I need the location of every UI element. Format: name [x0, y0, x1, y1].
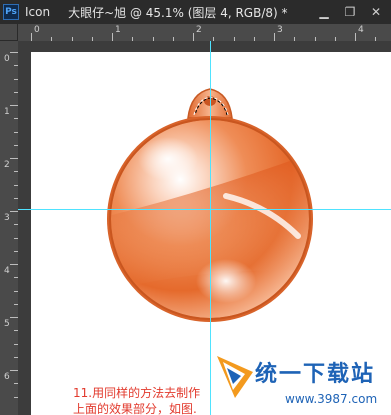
ruler-tick-label: 1: [4, 107, 10, 117]
horizontal-ruler[interactable]: 0 1 2 3 4: [18, 24, 391, 42]
ruler-tick-label: 5: [4, 319, 10, 329]
ruler-tick-label: 2: [196, 25, 202, 35]
ruler-tick-label: 2: [4, 160, 10, 170]
document-title[interactable]: 大眼仔~旭 @ 45.1% (图层 4, RGB/8) *: [68, 4, 287, 21]
horizontal-guide[interactable]: [18, 209, 391, 210]
vertical-ruler-ticks: [10, 52, 18, 398]
ruler-tick-label: 3: [4, 213, 10, 223]
watermark-logo-icon: [217, 356, 253, 398]
ruler-tick-label: 4: [358, 25, 364, 35]
watermark-text: 统一下载站: [255, 362, 376, 387]
ruler-tick-label: 0: [34, 25, 40, 35]
watermark-url: www.3987.com: [285, 392, 378, 406]
ruler-tick-label: 0: [4, 54, 10, 64]
horizontal-ruler-ticks: [31, 33, 376, 41]
ruler-tick-label: 1: [115, 25, 121, 35]
ruler-tick-label: 4: [4, 266, 10, 276]
close-button[interactable]: ✕: [363, 0, 389, 24]
document-tab-bar: Ps Icon 大眼仔~旭 @ 45.1% (图层 4, RGB/8) * ▁ …: [0, 0, 391, 25]
restore-button[interactable]: ❐: [337, 0, 363, 24]
minimize-button[interactable]: ▁: [311, 0, 337, 24]
photoshop-logo-icon: Ps: [3, 4, 19, 20]
app-name: Icon: [25, 5, 51, 19]
ruler-tick-label: 3: [277, 25, 283, 35]
vertical-guide[interactable]: [210, 41, 211, 415]
ruler-tick-label: 6: [4, 372, 10, 382]
site-watermark: 统一下载站 www.3987.com: [215, 352, 391, 415]
ornament-ball: [107, 116, 313, 322]
vertical-ruler[interactable]: 0 1 2 3 4 5 6: [0, 41, 19, 415]
window-controls: ▁ ❐ ✕: [311, 0, 389, 24]
ruler-origin[interactable]: [0, 24, 18, 41]
